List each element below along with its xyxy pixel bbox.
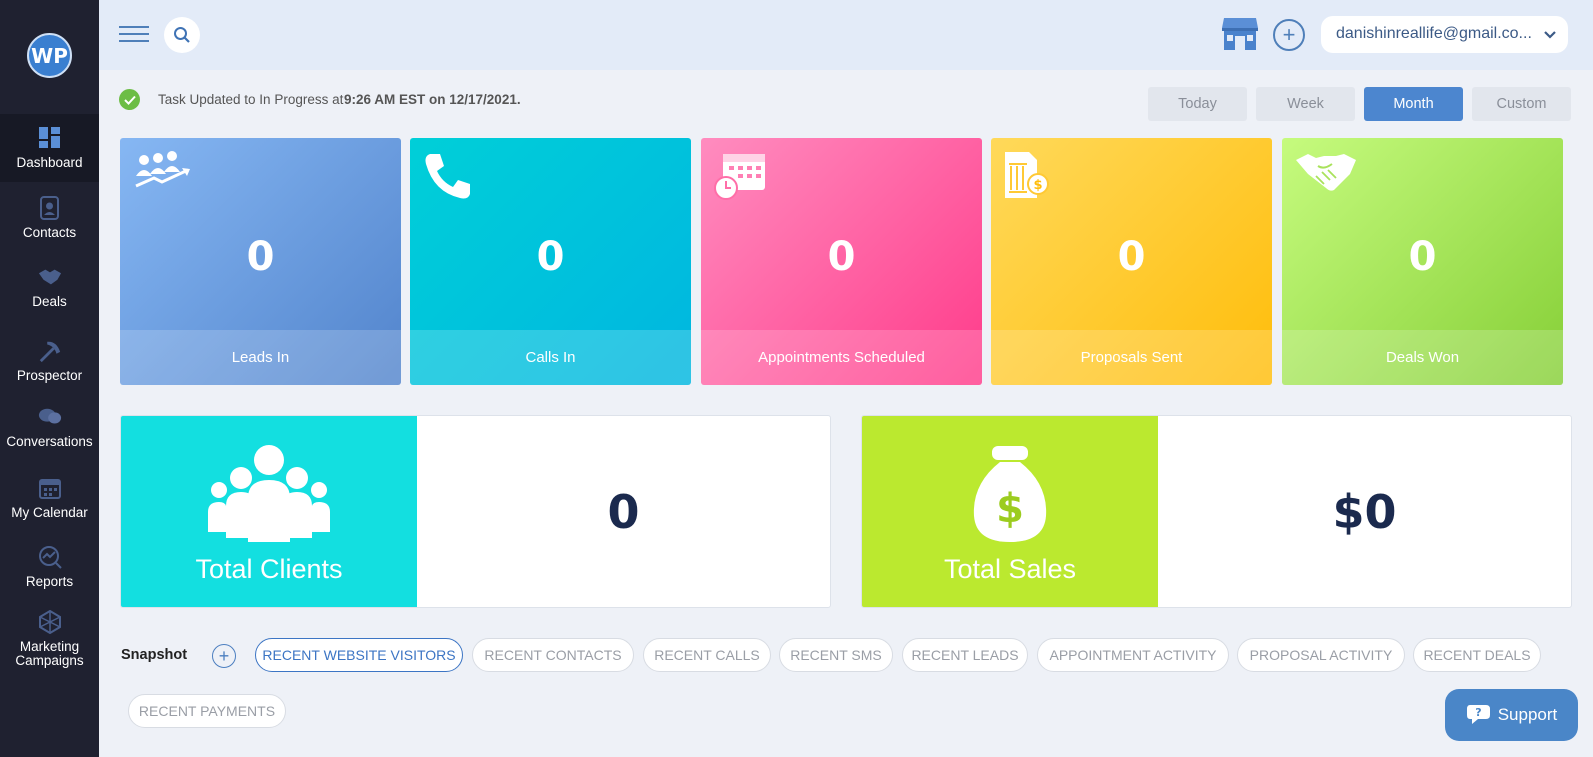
range-custom-button[interactable]: Custom (1472, 87, 1571, 121)
top-header: + danishinreallife@gmail.co... (99, 0, 1593, 70)
tab-recent-leads[interactable]: RECENT LEADS (902, 638, 1028, 672)
chevron-down-icon (1544, 27, 1556, 45)
check-icon (119, 89, 140, 110)
tab-recent-website-visitors[interactable]: RECENT WEBSITE VISITORS (255, 638, 463, 672)
group-icon (208, 445, 330, 542)
handshake-icon (1294, 150, 1358, 199)
stat-card-proposals-sent[interactable]: $ 0 Proposals Sent (991, 138, 1272, 385)
handshake-icon (38, 265, 62, 289)
pickaxe-icon (38, 339, 62, 363)
sidebar-item-my-calendar[interactable]: My Calendar (0, 464, 99, 532)
stat-label: Calls In (410, 330, 691, 385)
tab-recent-sms[interactable]: RECENT SMS (779, 638, 893, 672)
sidebar-item-label: Reports (25, 574, 74, 589)
panel-title: Total Sales (943, 554, 1077, 584)
stat-value: 0 (536, 234, 565, 280)
svg-text:$: $ (996, 486, 1024, 532)
proposal-icon: $ (1003, 150, 1051, 207)
sidebar-item-marketing-campaigns[interactable]: Marketing Campaigns (0, 600, 99, 678)
stat-card-deals-won[interactable]: 0 Deals Won (1282, 138, 1563, 385)
support-button[interactable]: ? Support (1445, 689, 1578, 741)
range-week-button[interactable]: Week (1256, 87, 1355, 121)
calendar-clock-icon (713, 150, 769, 205)
sidebar-item-deals[interactable]: Deals (0, 253, 99, 321)
account-email: danishinreallife@gmail.co... (1336, 25, 1532, 42)
search-button[interactable] (164, 17, 200, 53)
sidebar-item-label: Conversations (6, 434, 93, 449)
account-dropdown[interactable]: danishinreallife@gmail.co... (1321, 16, 1568, 53)
sidebar-item-dashboard[interactable]: Dashboard (0, 114, 99, 182)
sidebar-item-conversations[interactable]: Conversations (0, 393, 99, 461)
stat-label: Appointments Scheduled (701, 330, 982, 385)
add-button[interactable]: + (1273, 19, 1305, 51)
range-month-button[interactable]: Month (1364, 87, 1463, 121)
snapshot-label: Snapshot (121, 647, 188, 663)
svg-text:$: $ (1033, 178, 1042, 193)
logo[interactable]: WP (27, 33, 72, 78)
sidebar-item-label: Dashboard (16, 155, 83, 170)
support-chat-icon: ? (1466, 701, 1492, 730)
sidebar-item-label: Contacts (22, 225, 77, 240)
stat-card-leads-in[interactable]: 0 Leads In (120, 138, 401, 385)
sidebar-item-label: Marketing Campaigns (15, 639, 84, 668)
total-sales-panel: $ Total Sales $0 (861, 415, 1572, 608)
stat-label: Deals Won (1282, 330, 1563, 385)
total-clients-badge: Total Clients (121, 416, 417, 607)
stat-card-appointments-scheduled[interactable]: 0 Appointments Scheduled (701, 138, 982, 385)
menu-toggle-icon[interactable] (119, 26, 149, 44)
reports-icon (38, 545, 62, 569)
tab-recent-payments[interactable]: RECENT PAYMENTS (128, 694, 286, 728)
chat-icon (38, 405, 62, 429)
svg-text:?: ? (1475, 706, 1481, 719)
sidebar-item-contacts[interactable]: Contacts (0, 184, 99, 252)
tab-recent-contacts[interactable]: RECENT CONTACTS (472, 638, 634, 672)
stat-value: 0 (1117, 234, 1146, 280)
stat-value: 0 (246, 234, 275, 280)
panel-title: Total Clients (195, 554, 343, 584)
tab-appointment-activity[interactable]: APPOINTMENT ACTIVITY (1037, 638, 1229, 672)
support-label: Support (1497, 705, 1558, 724)
sidebar-item-prospector[interactable]: Prospector (0, 327, 99, 395)
stat-label: Leads In (120, 330, 401, 385)
panel-value: $0 (1332, 484, 1397, 539)
panel-value: 0 (607, 484, 640, 539)
contacts-icon (38, 196, 62, 220)
campaigns-icon (38, 610, 62, 634)
leads-icon (132, 150, 194, 195)
tab-recent-deals[interactable]: RECENT DEALS (1413, 638, 1541, 672)
range-today-button[interactable]: Today (1148, 87, 1247, 121)
sidebar-item-label: Prospector (16, 368, 83, 383)
calendar-icon (38, 476, 62, 500)
stat-value: 0 (827, 234, 856, 280)
plus-icon: + (218, 646, 230, 666)
store-icon[interactable] (1221, 16, 1259, 52)
plus-icon: + (1282, 22, 1296, 47)
status-message: Task Updated to In Progress at (158, 92, 344, 107)
dashboard-icon (38, 126, 62, 150)
snapshot-add-button[interactable]: + (212, 644, 236, 668)
sidebar-item-label: My Calendar (11, 505, 88, 520)
search-icon (174, 27, 190, 43)
stat-label: Proposals Sent (991, 330, 1272, 385)
status-time: 9:26 AM EST on 12/17/2021. (344, 92, 521, 107)
sidebar: WP Dashboard Contacts Deals Prospector C… (0, 0, 99, 757)
stat-card-calls-in[interactable]: 0 Calls In (410, 138, 691, 385)
tab-proposal-activity[interactable]: PROPOSAL ACTIVITY (1237, 638, 1405, 672)
sidebar-item-label: Deals (32, 294, 67, 309)
total-clients-panel: Total Clients 0 (120, 415, 831, 608)
money-bag-icon: $ (973, 446, 1047, 542)
stat-value: 0 (1408, 234, 1437, 280)
phone-icon (422, 150, 474, 207)
total-sales-badge: $ Total Sales (862, 416, 1158, 607)
sidebar-item-reports[interactable]: Reports (0, 533, 99, 601)
tab-recent-calls[interactable]: RECENT CALLS (643, 638, 771, 672)
